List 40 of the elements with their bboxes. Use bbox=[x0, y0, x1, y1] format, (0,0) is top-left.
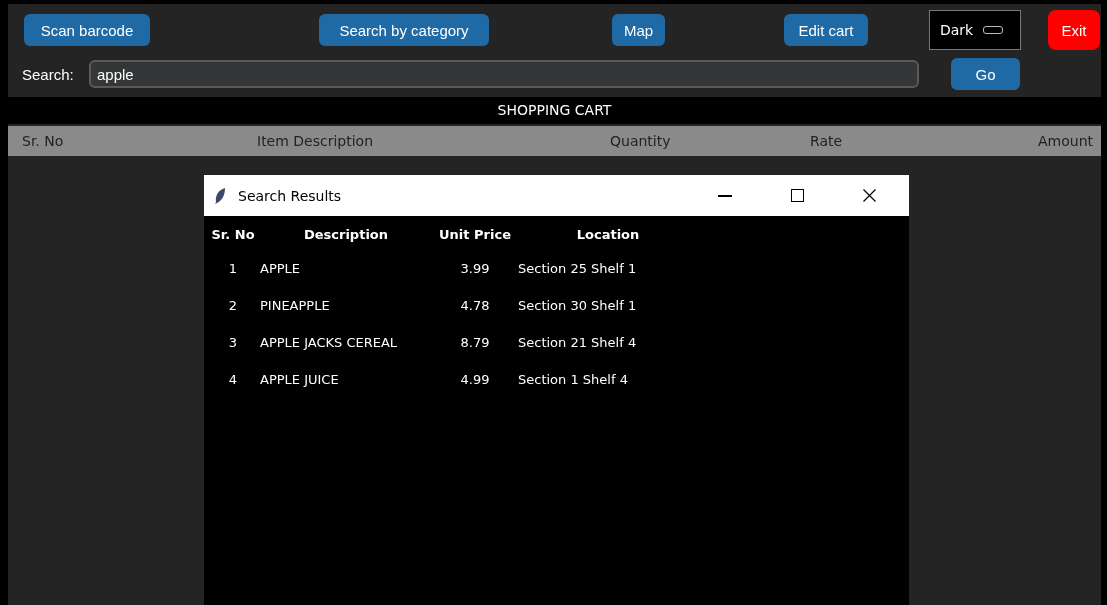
column-header: Unit Price bbox=[438, 226, 512, 244]
table-cell-text: PINEAPPLE bbox=[260, 297, 331, 315]
table-cell-text: Section 1 Shelf 4 bbox=[518, 371, 629, 389]
column-header: Item Description bbox=[257, 133, 374, 149]
table-cell-text: Section 21 Shelf 4 bbox=[518, 334, 638, 352]
table-cell-text: 8.79 bbox=[459, 334, 491, 352]
column-header: Sr. No bbox=[210, 226, 256, 244]
search-field[interactable]: apple bbox=[89, 60, 919, 88]
toolbar-button[interactable]: Scan barcode bbox=[24, 14, 150, 46]
table-cell-text: 4.78 bbox=[459, 297, 491, 315]
column-header: Amount bbox=[1038, 133, 1093, 149]
table-cell-text: APPLE JACKS CEREAL bbox=[260, 334, 399, 352]
toolbar-button[interactable]: Search by category bbox=[319, 14, 489, 46]
toolbar-button[interactable]: Map bbox=[612, 14, 665, 46]
column-header: Description bbox=[302, 226, 390, 244]
table-cell-text: 3 bbox=[227, 334, 239, 352]
column-header: Location bbox=[575, 226, 641, 244]
table-cell-text: 4 bbox=[227, 371, 239, 389]
go-button[interactable]: Go bbox=[951, 58, 1020, 90]
theme-switch[interactable]: Dark bbox=[929, 10, 1021, 50]
maximize-icon[interactable] bbox=[790, 189, 804, 202]
search-label: Search: bbox=[22, 65, 75, 83]
table-cell-text: APPLE JUICE bbox=[260, 371, 340, 389]
window-title: Search Results bbox=[238, 187, 343, 204]
table-cell-text: 3.99 bbox=[459, 260, 491, 278]
close-icon[interactable] bbox=[862, 189, 876, 202]
table-cell-text: 4.99 bbox=[459, 371, 491, 389]
table-cell-text: 1 bbox=[227, 260, 239, 278]
column-header: Rate bbox=[810, 133, 843, 149]
table-cell-text: Section 25 Shelf 1 bbox=[518, 260, 638, 278]
table-cell-text: Section 30 Shelf 1 bbox=[518, 297, 638, 315]
exit-button[interactable]: Exit bbox=[1048, 10, 1100, 50]
feather-icon bbox=[214, 186, 226, 205]
minimize-icon[interactable] bbox=[718, 194, 732, 197]
table-cell-text: 2 bbox=[227, 297, 239, 315]
cart-title: SHOPPING CART bbox=[8, 97, 1101, 124]
column-header: Sr. No bbox=[22, 133, 64, 149]
toolbar-button[interactable]: Edit cart bbox=[784, 14, 868, 46]
column-header: Quantity bbox=[610, 133, 671, 149]
table-cell-text: APPLE bbox=[260, 260, 302, 278]
